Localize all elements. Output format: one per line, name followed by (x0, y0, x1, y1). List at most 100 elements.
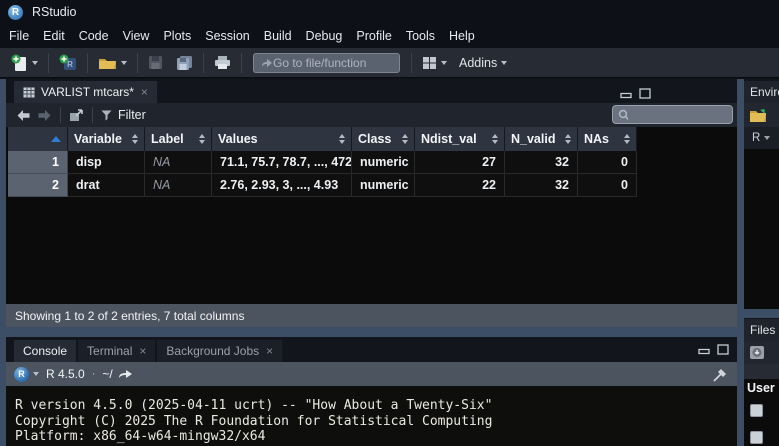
tab-terminal[interactable]: Terminal × (78, 340, 155, 362)
new-file-caret-icon (32, 61, 38, 65)
tab-background-jobs[interactable]: Background Jobs × (157, 340, 282, 362)
col-label: Variable (74, 132, 122, 146)
close-tab-icon[interactable]: × (266, 344, 273, 358)
minimize-pane-icon[interactable] (620, 88, 632, 99)
new-project-icon: R (59, 54, 77, 72)
values-cell: 71.1, 75.7, 78.7, ..., 472 (212, 151, 352, 174)
install-packages-icon[interactable] (749, 344, 766, 361)
new-file-button[interactable] (11, 54, 38, 72)
maximize-pane-icon[interactable] (639, 88, 651, 99)
menu-build[interactable]: Build (257, 24, 299, 48)
save-icon (148, 55, 163, 70)
menu-help[interactable]: Help (442, 24, 482, 48)
nas-cell: 0 (578, 174, 637, 197)
toolbar-separator (411, 53, 412, 73)
environment-toolbar (744, 103, 779, 127)
panes-caret-icon (441, 61, 447, 65)
minimize-pane-icon[interactable] (698, 344, 710, 355)
open-in-window-icon[interactable] (69, 109, 84, 122)
menu-edit[interactable]: Edit (36, 24, 72, 48)
viewer-nav-toolbar: Filter (6, 103, 737, 127)
save-button[interactable] (148, 55, 163, 70)
close-tab-icon[interactable]: × (141, 85, 148, 99)
sort-both-icon (624, 134, 630, 144)
package-checkbox[interactable] (750, 404, 763, 417)
data-viewer-pane: VARLIST mtcars* × (6, 79, 737, 327)
filter-button-label[interactable]: Filter (118, 108, 146, 122)
go-to-directory-icon[interactable] (118, 368, 133, 380)
label-cell: NA (145, 151, 212, 174)
menu-session[interactable]: Session (198, 24, 256, 48)
import-dataset-folder-icon[interactable] (749, 108, 769, 123)
col-header-n-valid[interactable]: N_valid (505, 127, 578, 151)
console-output[interactable]: R version 4.5.0 (2025-04-11 ucrt) -- "Ho… (6, 386, 737, 446)
sort-both-icon (339, 134, 345, 144)
language-label: R (752, 132, 760, 144)
filter-funnel-icon[interactable] (101, 110, 112, 121)
class-cell: numeric (352, 174, 415, 197)
col-header-nas[interactable]: NAs (578, 127, 637, 151)
goto-file-input[interactable] (273, 56, 388, 70)
panes-grid-icon (422, 56, 437, 70)
table-row: 2 drat NA 2.76, 2.93, 3, ..., 4.93 numer… (8, 174, 637, 197)
print-button[interactable] (214, 55, 231, 70)
toolbar-separator (137, 53, 138, 73)
data-grid-icon (23, 87, 35, 98)
maximize-pane-icon[interactable] (717, 344, 729, 355)
col-label: Class (358, 132, 391, 146)
open-file-button[interactable] (98, 55, 127, 71)
files-tab-label: Files (750, 323, 775, 337)
tab-environment[interactable]: Environment (744, 81, 779, 103)
r-version-caret-icon[interactable] (33, 372, 39, 376)
col-label: Label (151, 132, 184, 146)
col-label: NAs (584, 132, 609, 146)
tab-varlist-mtcars[interactable]: VARLIST mtcars* × (14, 81, 157, 103)
col-header-label[interactable]: Label (145, 127, 212, 151)
new-project-button[interactable]: R (59, 54, 77, 72)
package-checkbox[interactable] (750, 431, 763, 444)
menu-tools[interactable]: Tools (399, 24, 442, 48)
environment-language-selector[interactable]: R (744, 127, 779, 149)
open-folder-icon (98, 55, 117, 71)
packages-toolbar (744, 341, 779, 364)
workspace: VARLIST mtcars* × (0, 79, 779, 446)
goto-file-box[interactable] (253, 53, 400, 73)
tab-console[interactable]: Console (14, 340, 76, 362)
panes-layout-button[interactable] (422, 56, 447, 70)
ndist-val-cell: 22 (415, 174, 505, 197)
back-arrow-icon[interactable] (16, 109, 31, 122)
files-packages-pane: Files User Library (744, 318, 779, 446)
table-status-bar: Showing 1 to 2 of 2 entries, 7 total col… (6, 304, 737, 327)
variable-cell: disp (68, 151, 145, 174)
menu-file[interactable]: File (2, 24, 36, 48)
environment-tab-label: Environment (750, 85, 779, 99)
col-header-values[interactable]: Values (212, 127, 352, 151)
close-tab-icon[interactable]: × (139, 344, 146, 358)
addins-button[interactable]: Addins (453, 56, 507, 70)
class-cell: numeric (352, 151, 415, 174)
col-header-class[interactable]: Class (352, 127, 415, 151)
menu-plots[interactable]: Plots (156, 24, 198, 48)
table-search-box[interactable] (612, 105, 733, 124)
tab-files[interactable]: Files (744, 319, 779, 341)
environment-pane: Environment R (744, 79, 779, 309)
menu-profile[interactable]: Profile (349, 24, 398, 48)
col-header-rownum[interactable] (8, 127, 68, 151)
col-header-ndist-val[interactable]: Ndist_val (415, 127, 505, 151)
user-library-section-label: User Library (747, 381, 779, 395)
table-search-input[interactable] (632, 108, 727, 122)
menu-code[interactable]: Code (72, 24, 116, 48)
toolbar-separator (87, 53, 88, 73)
viewer-pane-buttons (620, 88, 651, 99)
rstudio-logo-icon: R (8, 5, 23, 20)
col-header-variable[interactable]: Variable (68, 127, 145, 151)
menu-debug[interactable]: Debug (299, 24, 350, 48)
clear-console-broom-icon[interactable] (713, 367, 729, 382)
main-toolbar: R (0, 48, 779, 78)
menu-view[interactable]: View (116, 24, 157, 48)
working-directory[interactable]: ~/ (102, 367, 112, 381)
save-all-button[interactable] (176, 55, 193, 71)
forward-arrow-icon[interactable] (37, 109, 52, 122)
files-tab-strip: Files (744, 318, 779, 341)
svg-text:R: R (67, 60, 73, 69)
